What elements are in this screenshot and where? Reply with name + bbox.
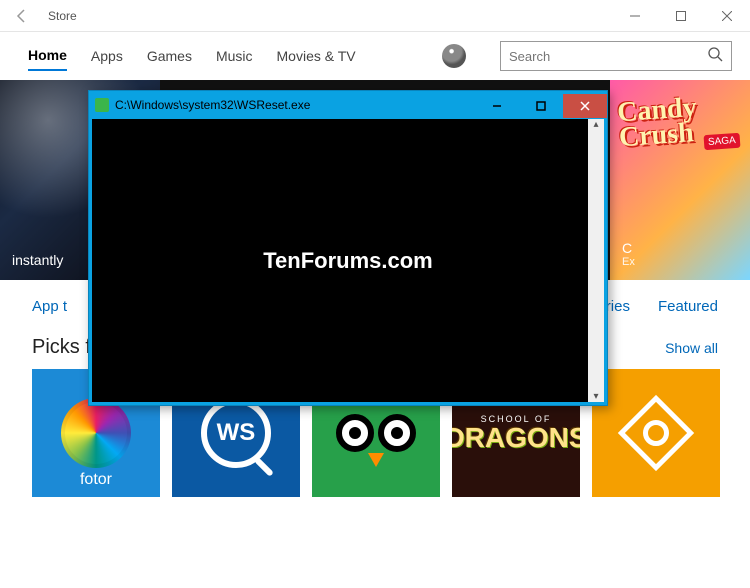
back-button[interactable] (8, 2, 36, 30)
minimize-button[interactable] (612, 0, 658, 32)
main-nav: Home Apps Games Music Movies & TV (0, 32, 750, 80)
color-wheel-icon (61, 398, 131, 468)
hero-right-label: C (622, 240, 738, 256)
window-controls (612, 0, 750, 32)
owl-beak-icon (368, 453, 384, 467)
tile-img (592, 369, 720, 497)
tab-featured[interactable]: Featured (658, 298, 718, 315)
search-box[interactable] (500, 41, 732, 71)
search-input[interactable] (509, 49, 707, 64)
dragons-logo: SCHOOL OF DRAGONS (452, 415, 580, 452)
tile-label: WS (217, 419, 256, 447)
hero-panel-right[interactable]: Candy Crush SAGA C Ex (610, 80, 750, 280)
hero-right-sublabel: Ex (622, 256, 738, 268)
magnifier-icon: WS (201, 398, 271, 468)
search-icon[interactable] (707, 46, 723, 67)
window-titlebar: Store (0, 0, 750, 32)
close-button[interactable] (704, 0, 750, 32)
nav-apps[interactable]: Apps (91, 42, 123, 70)
nav-movies-tv[interactable]: Movies & TV (277, 42, 356, 70)
console-scrollbar[interactable]: ▴ ▾ (588, 119, 604, 402)
tile-gotomeeting[interactable] (592, 369, 720, 497)
nav-music[interactable]: Music (216, 42, 253, 70)
scroll-up-icon[interactable]: ▴ (593, 119, 598, 130)
window-title: Store (48, 9, 77, 23)
console-app-icon (95, 98, 109, 112)
console-title-text: C:\Windows\system32\WSReset.exe (115, 98, 469, 112)
console-close-button[interactable] (563, 94, 607, 118)
watermark-text: TenForums.com (263, 248, 433, 274)
console-titlebar[interactable]: C:\Windows\system32\WSReset.exe (89, 91, 607, 119)
hero-right-badge: SAGA (704, 133, 741, 150)
console-window[interactable]: C:\Windows\system32\WSReset.exe TenForum… (88, 90, 608, 406)
tile-label-main: DRAGONS (452, 424, 580, 452)
nav-games[interactable]: Games (147, 42, 192, 70)
tile-label: fotor (80, 471, 112, 489)
goto-icon (629, 406, 683, 460)
tab-partial-left[interactable]: App t (32, 298, 67, 315)
scroll-down-icon[interactable]: ▾ (593, 391, 598, 402)
console-window-controls (475, 92, 607, 118)
console-maximize-button[interactable] (519, 94, 563, 118)
avatar[interactable] (442, 44, 466, 68)
show-all-link[interactable]: Show all (665, 340, 718, 356)
nav-home[interactable]: Home (28, 41, 67, 71)
maximize-button[interactable] (658, 0, 704, 32)
console-body: TenForums.com ▴ ▾ (92, 119, 604, 402)
titlebar-left: Store (0, 2, 77, 30)
owl-icon (336, 414, 416, 452)
console-minimize-button[interactable] (475, 94, 519, 118)
